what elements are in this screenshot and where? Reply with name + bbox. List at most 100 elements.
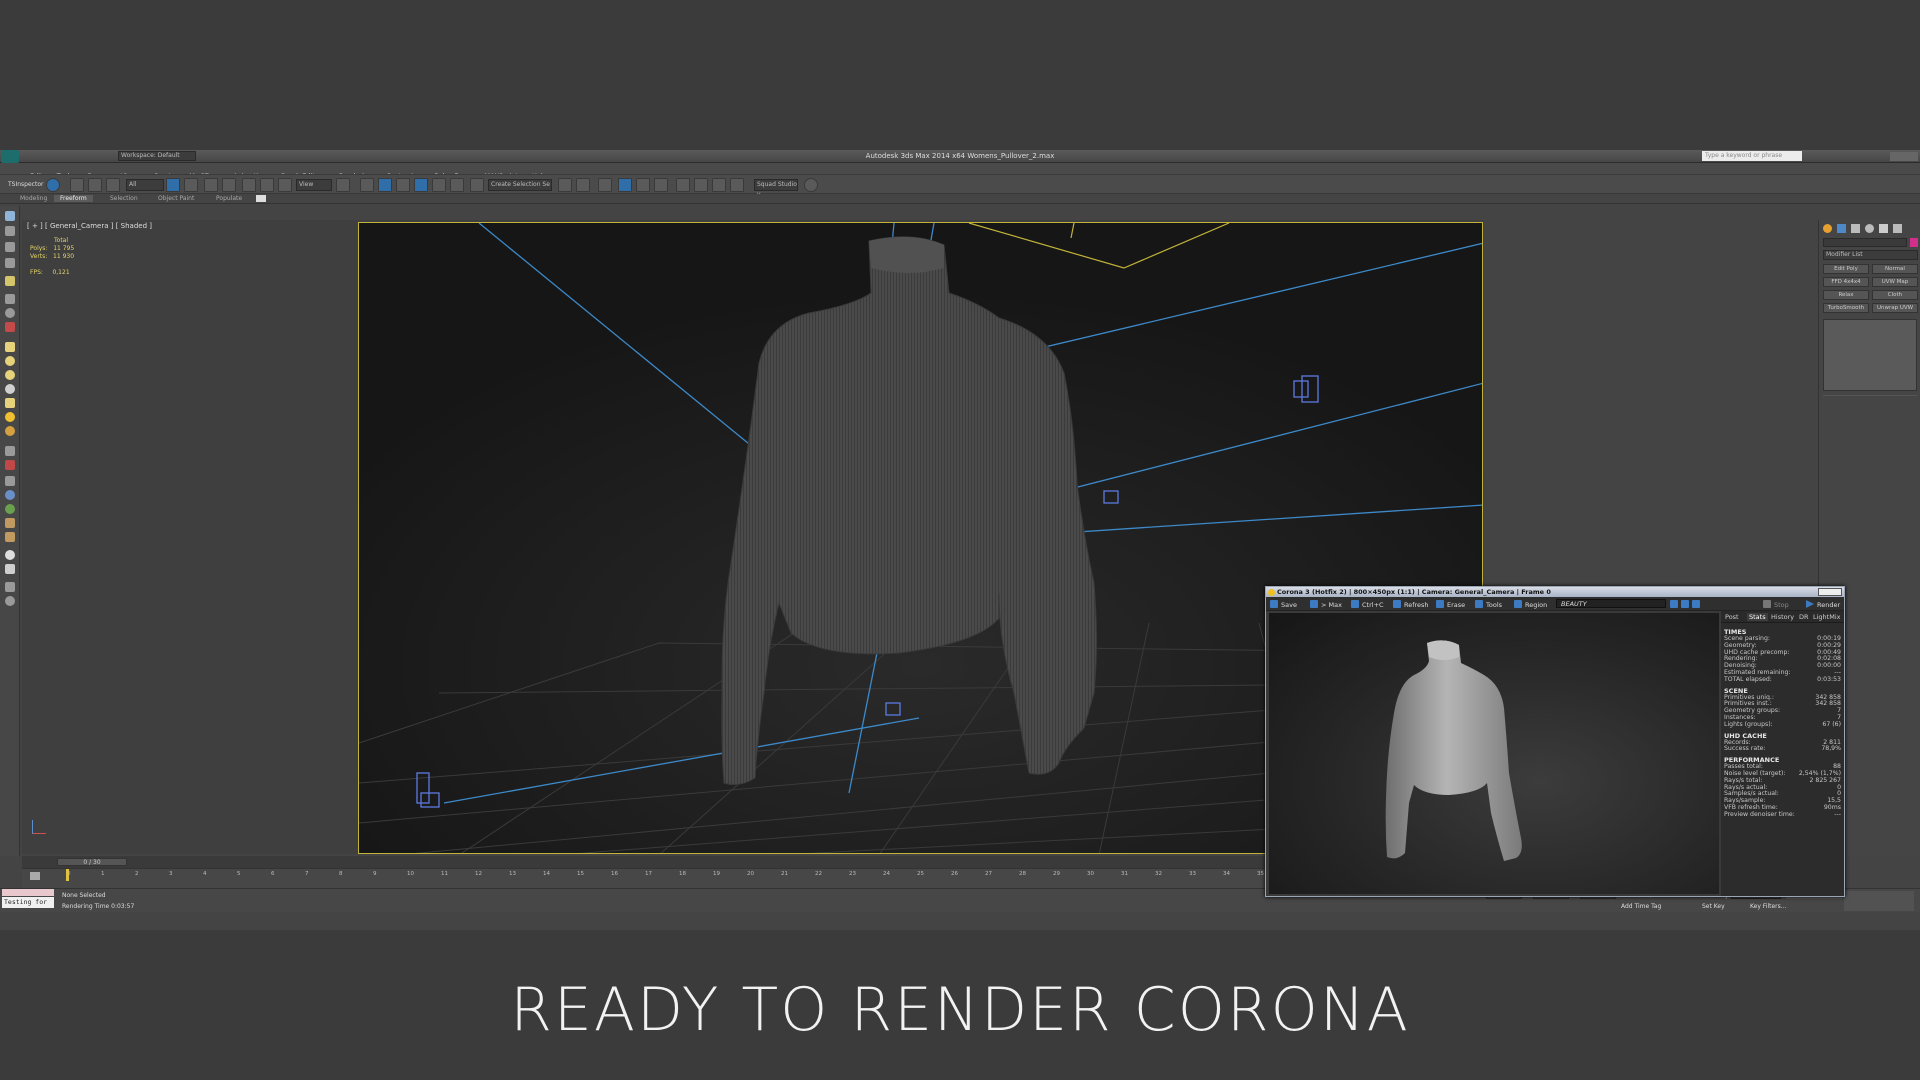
vfb-render-button[interactable]: Render <box>1806 600 1840 609</box>
scale-icon[interactable] <box>278 178 292 192</box>
maxscript-listener-field[interactable]: Testing for <box>2 897 54 908</box>
align-tool-icon[interactable] <box>5 294 15 304</box>
stack-controls[interactable] <box>1823 395 1917 403</box>
frame-counter[interactable]: 0 / 30 <box>57 858 127 866</box>
material-ball-icon[interactable] <box>5 426 15 436</box>
hierarchy-icon[interactable] <box>5 476 15 486</box>
modifier-list-dropdown[interactable]: Modifier List <box>1823 250 1918 260</box>
pivot-center-icon[interactable] <box>336 178 350 192</box>
scene-explorer-icon[interactable] <box>5 226 15 236</box>
vfb-tab-history[interactable]: History <box>1771 613 1794 621</box>
vfb-save-button[interactable]: Save <box>1270 600 1297 609</box>
keyboard-shortcut-override-icon[interactable] <box>378 178 392 192</box>
graphite-toggle-icon[interactable] <box>618 178 632 192</box>
vfb-zoom-icons[interactable] <box>1670 600 1703 609</box>
rotate-icon[interactable] <box>260 178 274 192</box>
vfb-rendered-image[interactable] <box>1269 613 1719 894</box>
create-tab-icon[interactable] <box>1823 224 1832 233</box>
utilities-tab-icon[interactable] <box>1893 224 1902 233</box>
vfb-to-max-button[interactable]: > Max <box>1310 600 1342 609</box>
modifier-button-uvw-map[interactable]: UVW Map <box>1872 277 1918 287</box>
selection-filter-dropdown[interactable]: All <box>126 179 164 191</box>
squad-studio-icon[interactable] <box>804 178 818 192</box>
rect-selection-icon[interactable] <box>204 178 218 192</box>
spinner-snap-icon[interactable] <box>450 178 464 192</box>
select-manipulate-icon[interactable] <box>360 178 374 192</box>
window-crossing-icon[interactable] <box>222 178 236 192</box>
teapot-icon[interactable] <box>5 384 15 394</box>
hair-tool-icon[interactable] <box>5 518 15 528</box>
edit-named-selection-icon[interactable] <box>470 178 484 192</box>
vfb-title-bar[interactable]: Corona 3 (Hotfix 2) | 800×450px (1:1) | … <box>1266 587 1844 597</box>
vfb-tab-lightmix[interactable]: LightMix <box>1813 613 1840 621</box>
move-icon[interactable] <box>242 178 256 192</box>
set-key-button[interactable]: Set Key <box>1702 903 1725 910</box>
tab-populate[interactable]: Populate <box>216 195 242 202</box>
tab-modeling[interactable]: Modeling <box>20 195 47 202</box>
modifier-button-ffd[interactable]: FFD 4x4x4 <box>1823 277 1869 287</box>
unlink-icon[interactable] <box>88 178 102 192</box>
bind-space-warp-icon[interactable] <box>106 178 120 192</box>
vfb-copy-button[interactable]: Ctrl+C <box>1351 600 1384 609</box>
modifier-button-cloth[interactable]: Cloth <box>1872 290 1918 300</box>
cone-primitive-icon[interactable] <box>5 398 15 408</box>
vfb-erase-button[interactable]: Erase <box>1436 600 1465 609</box>
vfb-stop-button[interactable]: Stop <box>1763 600 1789 609</box>
render-production-icon[interactable] <box>730 178 744 192</box>
schematic-view-icon[interactable] <box>654 178 668 192</box>
vfb-tab-post[interactable]: Post <box>1725 613 1739 621</box>
plugin-red-icon[interactable] <box>5 322 15 332</box>
modifier-button-turbosmooth[interactable]: TurboSmooth <box>1823 303 1869 313</box>
help-icon[interactable] <box>5 596 15 606</box>
object-color-swatch[interactable] <box>1910 238 1918 247</box>
sun-light-icon[interactable] <box>5 412 15 422</box>
display-tab-icon[interactable] <box>1879 224 1888 233</box>
modifier-button-unwrap-uvw[interactable]: Unwrap UVW <box>1872 303 1918 313</box>
maxscript-pink-field[interactable] <box>2 889 54 896</box>
vfb-pass-dropdown[interactable]: BEAUTY <box>1556 599 1666 608</box>
ribbon-options-icon[interactable] <box>256 195 266 202</box>
tab-selection[interactable]: Selection <box>110 195 138 202</box>
modifier-button-edit-poly[interactable]: Edit Poly <box>1823 264 1869 274</box>
sphere-primitive-icon[interactable] <box>5 356 15 366</box>
paint-tool-icon[interactable] <box>5 460 15 470</box>
render-setup-icon[interactable] <box>694 178 708 192</box>
tab-object-paint[interactable]: Object Paint <box>158 195 194 202</box>
vfb-tab-stats[interactable]: Stats <box>1747 613 1768 621</box>
modify-tab-icon[interactable] <box>1837 224 1846 233</box>
align-icon[interactable] <box>576 178 590 192</box>
spiral-icon[interactable] <box>5 308 15 318</box>
motion-tab-icon[interactable] <box>1865 224 1874 233</box>
leaf-icon[interactable] <box>5 504 15 514</box>
vfb-tab-dr[interactable]: DR <box>1799 613 1809 621</box>
stairs-icon[interactable] <box>5 446 15 456</box>
vfb-refresh-button[interactable]: Refresh <box>1393 600 1429 609</box>
rendered-frame-window-icon[interactable] <box>712 178 726 192</box>
material-editor-icon[interactable] <box>676 178 690 192</box>
select-object-icon[interactable] <box>166 178 180 192</box>
snaps-toggle-icon[interactable] <box>396 178 410 192</box>
hierarchy-tab-icon[interactable] <box>1851 224 1860 233</box>
layer-manager-icon[interactable] <box>598 178 612 192</box>
angle-snap-icon[interactable] <box>414 178 428 192</box>
squad-studio-dropdown[interactable]: Squad Studio v <box>754 179 798 198</box>
box-primitive-icon[interactable] <box>5 342 15 352</box>
modifier-stack[interactable] <box>1823 319 1917 391</box>
layer-explorer-icon[interactable] <box>5 242 15 252</box>
search-input[interactable]: Type a keyword or phrase <box>1702 151 1802 161</box>
vfb-window-controls[interactable] <box>1818 588 1842 596</box>
modifier-button-relax[interactable]: Relax <box>1823 290 1869 300</box>
render-sphere-icon[interactable] <box>5 550 15 560</box>
tsinspector-icon[interactable] <box>46 178 60 192</box>
globe-icon[interactable] <box>5 490 15 500</box>
vfb-tools-button[interactable]: Tools <box>1475 600 1502 609</box>
viewport-label[interactable]: [ + ] [ General_Camera ] [ Shaded ] <box>27 222 152 230</box>
modifier-button-normal[interactable]: Normal <box>1872 264 1918 274</box>
viewport-tools-icon[interactable] <box>5 211 15 221</box>
cloth-tool-icon[interactable] <box>5 532 15 542</box>
building-icon[interactable] <box>5 564 15 574</box>
window-controls[interactable] <box>1890 152 1918 161</box>
stack-icon[interactable] <box>5 582 15 592</box>
list-icon[interactable] <box>5 258 15 268</box>
named-selection-dropdown[interactable]: Create Selection Se <box>488 179 552 191</box>
